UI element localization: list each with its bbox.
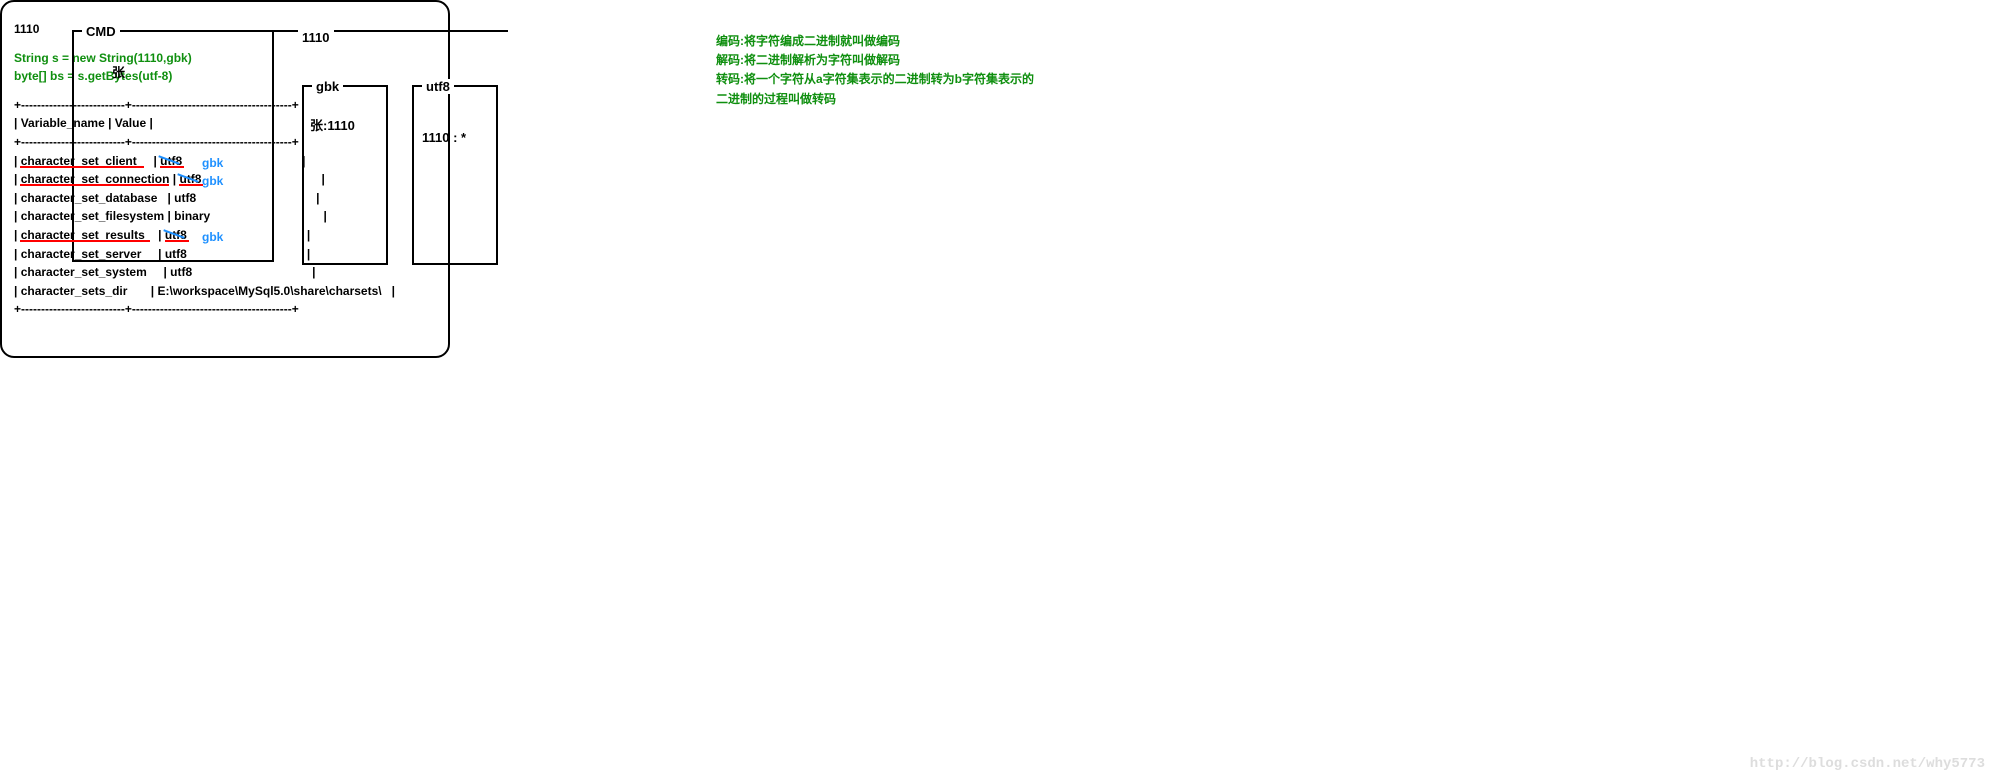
var-name: | character_set_results xyxy=(14,228,145,242)
utf8-content: 1110 : * xyxy=(422,130,466,145)
definitions-block: 编码:将字符编成二进制就叫做编码 解码:将二进制解析为字符叫做解码 转码:将一个… xyxy=(716,32,1034,109)
def-transcoding-2: 二进制的过程叫做转码 xyxy=(716,90,1034,109)
var-name: | character_sets_dir xyxy=(14,284,127,298)
var-value: E:\workspace\MySql5.0\share\charsets\ xyxy=(157,284,381,298)
utf8-label: utf8 xyxy=(422,79,454,94)
red-underline xyxy=(20,240,150,242)
def-decoding: 解码:将二进制解析为字符叫做解码 xyxy=(716,51,1034,70)
strike-line xyxy=(158,155,179,164)
table-row: | character_set_connection | utf8 |gbk xyxy=(14,170,438,189)
var-value: utf8 xyxy=(160,154,182,168)
table-row: | character_set_results | utf8 |gbk xyxy=(14,226,438,245)
cmd-label: CMD xyxy=(82,24,120,39)
table-row: | character_set_server | utf8 | xyxy=(14,245,438,264)
table-row: | character_set_client | utf8 |gbk xyxy=(14,152,438,171)
var-name: | character_set_database xyxy=(14,191,157,205)
red-underline xyxy=(165,240,189,242)
red-underline xyxy=(160,166,184,168)
table-separator: +--------------------------+------------… xyxy=(14,300,438,319)
red-underline xyxy=(179,184,203,186)
var-name: | character_set_filesystem xyxy=(14,209,164,223)
def-transcoding-1: 转码:将一个字符从a字符集表示的二进制转为b字符集表示的 xyxy=(716,70,1034,89)
var-value: utf8 xyxy=(179,172,201,186)
var-name: | character_set_system xyxy=(14,265,147,279)
gbk-label: gbk xyxy=(312,79,343,94)
var-name: | character_set_connection xyxy=(14,172,169,186)
table-row: | character_set_filesystem | binary | xyxy=(14,207,438,226)
red-underline xyxy=(20,184,169,186)
var-value: binary xyxy=(174,209,210,223)
cmd-content: 张 xyxy=(112,62,125,81)
gbk-content: 张:1110 xyxy=(310,115,355,134)
connector-line xyxy=(175,30,508,32)
watermark: http://blog.csdn.net/why5773 xyxy=(1750,756,1985,772)
red-underline xyxy=(20,166,144,168)
strike-line xyxy=(163,229,184,238)
var-value: utf8 xyxy=(170,265,192,279)
line-label: 1110 xyxy=(298,30,334,45)
var-value: utf8 xyxy=(165,228,187,242)
var-name: | character_set_client xyxy=(14,154,137,168)
var-value: utf8 xyxy=(174,191,196,205)
var-value: utf8 xyxy=(165,247,187,261)
strike-line xyxy=(178,173,199,182)
table-row: | character_set_database | utf8 | xyxy=(14,189,438,208)
var-name: | character_set_server xyxy=(14,247,141,261)
table-row: | character_set_system | utf8 | xyxy=(14,263,438,282)
table-row: | character_sets_dir | E:\workspace\MySq… xyxy=(14,282,438,301)
def-encoding: 编码:将字符编成二进制就叫做编码 xyxy=(716,32,1034,51)
